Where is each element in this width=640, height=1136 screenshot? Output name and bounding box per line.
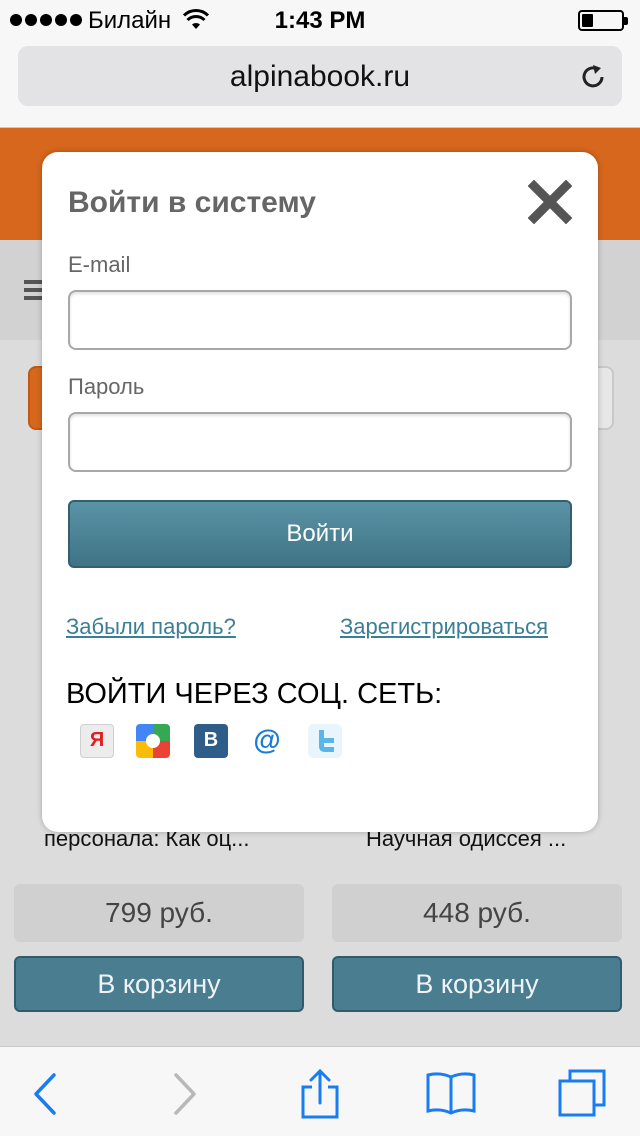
book-price: 448 руб. [332,884,622,942]
dialog-title: Войти в систему [68,186,316,219]
mail-ru-icon[interactable]: @ [250,724,284,758]
status-bar: Билайн 1:43 PM [0,0,640,40]
email-field[interactable] [68,290,572,350]
add-to-cart-button[interactable]: В корзину [332,956,622,1012]
share-icon[interactable] [293,1067,347,1121]
address-bar[interactable]: alpinabook.ru [18,46,622,106]
clock: 1:43 PM [274,7,366,34]
social-login-heading: ВОЙТИ ЧЕРЕЗ СОЦ. СЕТЬ: [66,678,443,710]
tabs-icon[interactable] [556,1067,610,1121]
password-field[interactable] [68,412,572,472]
vkontakte-icon[interactable]: B [194,724,228,758]
yandex-glyph: Я [89,729,105,751]
reload-icon[interactable] [578,62,608,92]
browser-bottom-toolbar [0,1046,640,1136]
hamburger-menu-icon[interactable] [24,280,44,300]
login-button[interactable]: Войти [68,500,572,568]
forward-icon[interactable] [156,1067,210,1121]
book-price: 799 руб. [14,884,304,942]
add-to-cart-button[interactable]: В корзину [14,956,304,1012]
password-label: Пароль [68,374,145,399]
url-text[interactable]: alpinabook.ru [18,60,622,94]
back-icon[interactable] [24,1067,78,1121]
register-link[interactable]: Зарегистрироваться [340,614,548,640]
bookmarks-icon[interactable] [424,1067,478,1121]
close-icon[interactable] [528,180,572,224]
mail-ru-glyph: @ [253,724,281,755]
login-dialog: Войти в систему E-mail Пароль Войти Забы… [42,152,598,832]
email-label: E-mail [68,252,131,277]
browser-toolbar: alpinabook.ru [0,40,640,128]
vkontakte-glyph: B [203,729,219,751]
google-icon[interactable] [136,724,170,758]
forgot-password-link[interactable]: Забыли пароль? [66,614,236,640]
twitter-icon[interactable] [308,724,342,758]
battery-icon [578,10,628,31]
yandex-icon[interactable]: Я [80,724,114,758]
